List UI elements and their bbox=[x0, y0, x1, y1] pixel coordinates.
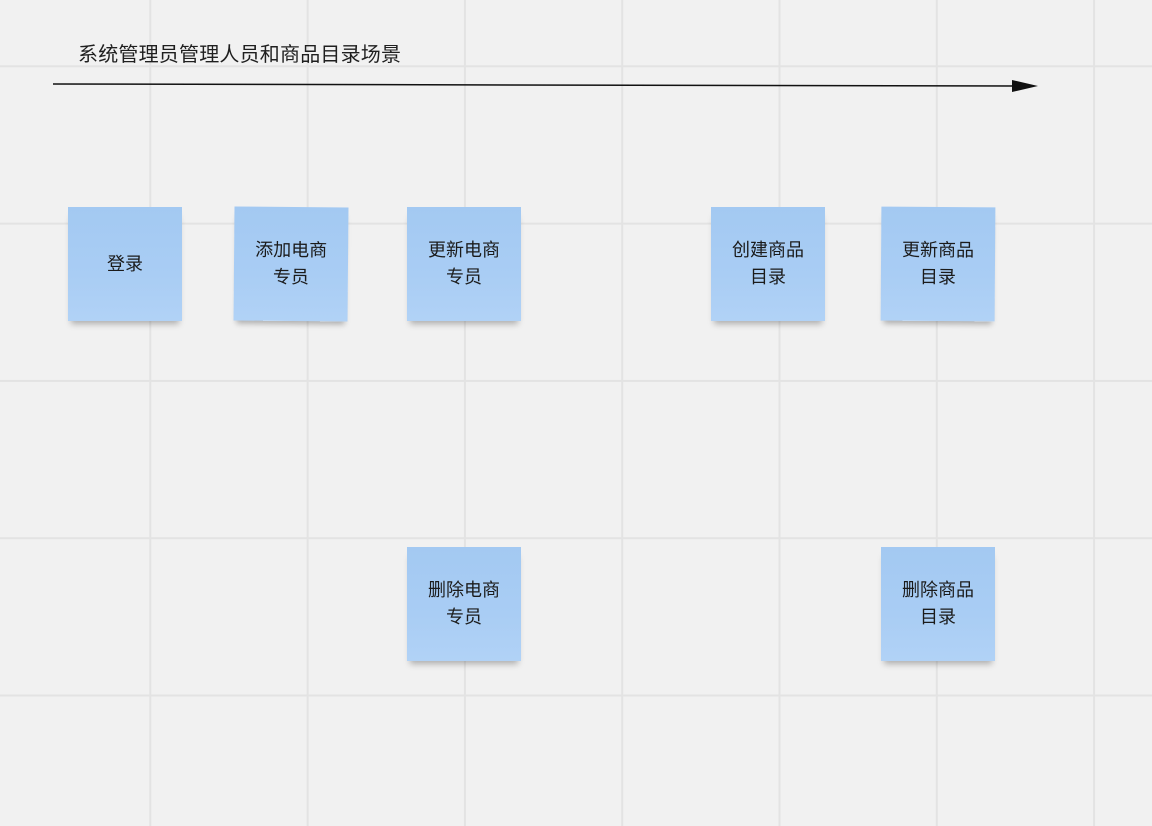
sticky-note-label: 登录 bbox=[107, 253, 143, 275]
sticky-note-label: 更新商品目录 bbox=[902, 239, 975, 289]
sticky-note-update-ecommerce-specialist[interactable]: 更新电商专员 bbox=[407, 207, 521, 321]
whiteboard-canvas[interactable]: 系统管理员管理人员和商品目录场景 登录 添加电商专员 更新电商专员 创建商品目录… bbox=[0, 0, 1152, 826]
timeline-line bbox=[52, 83, 1019, 87]
sticky-note-create-product-catalog[interactable]: 创建商品目录 bbox=[711, 207, 825, 321]
arrowhead-icon bbox=[1012, 80, 1038, 92]
sticky-note-label: 添加电商专员 bbox=[255, 239, 328, 289]
sticky-note-delete-ecommerce-specialist[interactable]: 删除电商专员 bbox=[407, 547, 521, 661]
sticky-note-label: 删除电商专员 bbox=[428, 580, 500, 628]
sticky-note-add-ecommerce-specialist[interactable]: 添加电商专员 bbox=[233, 206, 349, 322]
timeline-arrow bbox=[52, 80, 1038, 92]
sticky-note-label: 创建商品目录 bbox=[732, 240, 804, 288]
sticky-note-update-product-catalog[interactable]: 更新商品目录 bbox=[880, 206, 996, 322]
sticky-note-label: 更新电商专员 bbox=[428, 240, 500, 288]
sticky-note-login[interactable]: 登录 bbox=[68, 207, 182, 321]
sticky-note-label: 删除商品目录 bbox=[902, 580, 974, 628]
sticky-note-delete-product-catalog[interactable]: 删除商品目录 bbox=[881, 547, 995, 661]
